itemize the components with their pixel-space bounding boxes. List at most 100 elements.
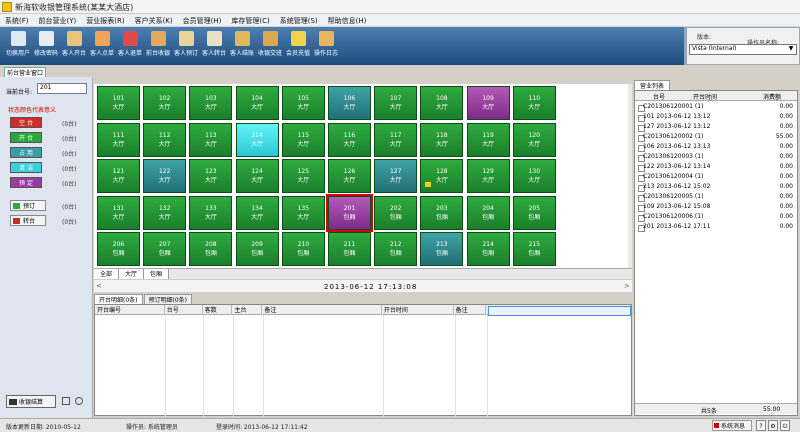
settings-icon[interactable]: ⚙ xyxy=(768,420,778,431)
menu-item-7[interactable]: 帮助信息(H) xyxy=(323,14,372,26)
list-item[interactable]: 101 2013-06-12 13:12 0.00 xyxy=(635,113,797,122)
list-item[interactable]: 127 2013-06-12 13:12 0.00 xyxy=(635,123,797,132)
current-table-field[interactable]: 201 xyxy=(37,83,87,94)
room-tile[interactable]: 131 大厅 xyxy=(97,195,140,230)
room-tile[interactable]: 107 大厅 xyxy=(374,86,418,120)
room-tile[interactable]: 205 包厢 xyxy=(512,195,556,230)
room-tile[interactable]: 113 大厅 xyxy=(189,122,233,157)
room-tile[interactable]: 110 大厅 xyxy=(512,86,556,120)
tab-floor-1[interactable]: 大厅 xyxy=(119,269,145,279)
chevron-left-icon[interactable]: < xyxy=(96,282,102,290)
toolbar-button-4[interactable]: 客人退单 xyxy=(116,27,144,65)
room-tile[interactable]: 133 大厅 xyxy=(189,195,233,230)
toolbar-button-11[interactable]: 操作日志 xyxy=(312,27,340,65)
room-tile[interactable]: 209 包厢 xyxy=(235,232,279,266)
tab-detail-1[interactable]: 预订明细(0条) xyxy=(143,294,192,304)
room-tile[interactable]: 116 大厅 xyxy=(328,122,371,157)
room-tile[interactable]: 108 大厅 xyxy=(420,86,464,120)
chevron-right-icon[interactable]: > xyxy=(624,282,630,290)
toolbar-button-0[interactable]: 切换用户 xyxy=(4,27,32,65)
menu-item-3[interactable]: 客户关系(K) xyxy=(130,14,178,26)
room-tile[interactable]: 206 包厢 xyxy=(97,232,140,266)
room-tile[interactable]: 129 大厅 xyxy=(466,159,510,193)
room-tile[interactable]: 106 大厅 xyxy=(328,86,371,120)
room-tile[interactable]: 121 大厅 xyxy=(97,159,140,193)
room-tile[interactable]: 123 大厅 xyxy=(189,159,233,193)
room-tile[interactable]: 114 大厅 xyxy=(235,122,279,157)
room-tile[interactable]: 111 大厅 xyxy=(97,122,140,157)
tab-front-desk[interactable]: 前台营业窗口 xyxy=(4,67,46,77)
room-tile[interactable]: 109 大厅 xyxy=(466,86,510,120)
room-tile[interactable]: 130 大厅 xyxy=(512,159,556,193)
list-item[interactable]: C201306120004 (1) 0.00 xyxy=(635,173,797,182)
list-item[interactable]: 213 2013-06-12 15:02 0.00 xyxy=(635,183,797,192)
tab-business-list[interactable]: 营业列表 xyxy=(634,80,670,90)
room-tile[interactable]: 117 大厅 xyxy=(374,122,418,157)
room-tile[interactable]: 210 包厢 xyxy=(281,232,325,266)
room-tile[interactable]: 203 包厢 xyxy=(420,195,464,230)
system-message-button[interactable]: 系统消息 xyxy=(712,420,752,431)
list-item[interactable]: C201306120002 (1) 55.00 xyxy=(635,133,797,142)
room-tile[interactable]: 215 包厢 xyxy=(512,232,556,266)
tab-detail-0[interactable]: 开台明细(0条) xyxy=(94,294,143,304)
room-tile[interactable]: 213 包厢 xyxy=(420,232,464,266)
toolbar-button-1[interactable]: 修改密码 xyxy=(32,27,60,65)
transfer-button[interactable]: 转台 xyxy=(10,215,46,226)
room-tile[interactable]: 135 大厅 xyxy=(281,195,325,230)
room-tile[interactable]: 122 大厅 xyxy=(143,159,187,193)
menu-item-4[interactable]: 会员管理(H) xyxy=(178,14,227,26)
power-icon[interactable]: ⏻ xyxy=(780,420,790,431)
reserve-button[interactable]: 预订 xyxy=(10,200,46,211)
room-tile[interactable]: 125 大厅 xyxy=(281,159,325,193)
room-tile[interactable]: 105 大厅 xyxy=(281,86,325,120)
toolbar-button-9[interactable]: 收银交班 xyxy=(256,27,284,65)
room-tile[interactable]: 127 大厅 xyxy=(374,159,418,193)
room-tile[interactable]: 119 大厅 xyxy=(466,122,510,157)
list-item[interactable]: C201306120005 (1) 0.00 xyxy=(635,193,797,202)
room-tile[interactable]: 207 包厢 xyxy=(143,232,187,266)
room-tile[interactable]: 103 大厅 xyxy=(189,86,233,120)
lock-icon[interactable] xyxy=(62,397,70,405)
room-tile[interactable]: 126 大厅 xyxy=(328,159,371,193)
room-tile[interactable]: 201 包厢 xyxy=(326,193,373,232)
menu-item-0[interactable]: 系统(F) xyxy=(0,14,34,26)
room-tile[interactable]: 124 大厅 xyxy=(235,159,279,193)
toolbar-button-10[interactable]: 会员充值 xyxy=(284,27,312,65)
toolbar-button-3[interactable]: 客人点单 xyxy=(88,27,116,65)
room-tile[interactable]: 115 大厅 xyxy=(281,122,325,157)
toolbar-button-2[interactable]: 客人开台 xyxy=(60,27,88,65)
list-item[interactable]: 106 2013-06-12 13:13 0.00 xyxy=(635,143,797,152)
list-item[interactable]: 122 2013-06-12 13:14 0.00 xyxy=(635,163,797,172)
room-tile[interactable]: 208 包厢 xyxy=(189,232,233,266)
tab-floor-0[interactable]: 全部 xyxy=(94,269,120,279)
room-tile[interactable]: 101 大厅 xyxy=(97,86,140,120)
menu-item-2[interactable]: 营业报表(R) xyxy=(81,14,129,26)
room-tile[interactable]: 104 大厅 xyxy=(235,86,279,120)
room-tile[interactable]: 132 大厅 xyxy=(143,195,187,230)
exit-icon[interactable] xyxy=(75,397,83,405)
room-tile[interactable]: 214 包厢 xyxy=(466,232,510,266)
room-tile[interactable]: 118 大厅 xyxy=(420,122,464,157)
grid-scrollbar[interactable] xyxy=(628,84,632,274)
menu-item-5[interactable]: 库存管理(C) xyxy=(226,14,274,26)
room-tile[interactable]: 102 大厅 xyxy=(143,86,187,120)
room-tile[interactable]: 120 大厅 xyxy=(512,122,556,157)
room-tile[interactable]: 204 包厢 xyxy=(466,195,510,230)
list-item[interactable]: C201306120006 (1) 0.00 xyxy=(635,213,797,222)
list-item[interactable]: C201306120001 (1) 0.00 xyxy=(635,103,797,112)
toolbar-button-7[interactable]: 客人转台 xyxy=(200,27,228,65)
menu-item-6[interactable]: 系统管理(S) xyxy=(275,14,323,26)
operator-select[interactable]: Vista (Internal) ▼ xyxy=(689,44,797,55)
room-tile[interactable]: 212 包厢 xyxy=(374,232,418,266)
room-tile[interactable]: 128 大厅 xyxy=(420,159,464,193)
toolbar-button-6[interactable]: 客人预订 xyxy=(172,27,200,65)
toolbar-button-8[interactable]: 客人结账 xyxy=(228,27,256,65)
list-item[interactable]: 201 2013-06-12 17:11 0.00 xyxy=(635,223,797,232)
toolbar-button-5[interactable]: 前台收银 xyxy=(144,27,172,65)
chevron-down-icon[interactable]: ▼ xyxy=(787,45,795,54)
help-icon[interactable]: ? xyxy=(756,420,766,431)
list-item[interactable]: C201306120003 (1) 0.00 xyxy=(635,153,797,162)
room-tile[interactable]: 112 大厅 xyxy=(143,122,187,157)
room-tile[interactable]: 211 包厢 xyxy=(328,232,371,266)
room-tile[interactable]: 134 大厅 xyxy=(235,195,279,230)
